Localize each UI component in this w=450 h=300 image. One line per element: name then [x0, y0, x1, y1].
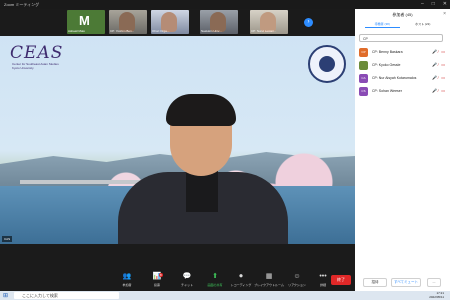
- window-titlebar: Zoom ミーティング – □ ✕: [0, 0, 450, 9]
- tab-hosts[interactable]: ホスト (21): [406, 22, 441, 28]
- participant-thumbnail[interactable]: Naslukin Univ...: [200, 10, 238, 34]
- participants-icon: 👥: [122, 273, 132, 280]
- more-icon: •••: [319, 273, 327, 280]
- panel-footer: 招待 すべてミュート ...: [355, 277, 450, 289]
- participant-thumbnail[interactable]: M Asbasil Malo: [67, 10, 105, 34]
- maximize-icon[interactable]: □: [432, 1, 435, 7]
- participant-name: CP: Benny Baskara: [372, 50, 403, 54]
- breakout-icon: ▦: [265, 273, 273, 280]
- windows-start-icon[interactable]: ⊞: [3, 292, 8, 299]
- minimize-icon[interactable]: –: [421, 1, 424, 7]
- end-meeting-button[interactable]: 終了: [331, 275, 351, 285]
- window-controls: – □ ✕: [421, 1, 447, 7]
- participant-thumbnail[interactable]: CP: Nurul Lestari...: [250, 10, 288, 34]
- taskbar-search-input[interactable]: ここに入力して検索: [14, 292, 119, 299]
- reactions-icon: ☺: [293, 273, 301, 280]
- muted-mic-icon: 🎤̸ ▭: [432, 75, 446, 80]
- logo-subtitle: Center for Southeast Asian Studies Kyoto…: [12, 62, 59, 70]
- chat-badge: 8: [159, 273, 163, 277]
- thumbnail-strip: M Asbasil Malo CP: Yoshim Ben... Ohori O…: [0, 9, 355, 36]
- mute-all-button[interactable]: すべてミュート: [391, 278, 421, 287]
- participant-name: CP: Nur Aisyah Kotarumalos: [372, 76, 417, 80]
- thumbnail-label: CP: Nurul Lestari...: [251, 29, 277, 33]
- university-seal-icon: [308, 45, 346, 83]
- avatar: CA: [359, 74, 368, 83]
- next-page-button[interactable]: ›: [304, 18, 313, 27]
- thumbnail-label: Asbasil Malo: [68, 29, 86, 33]
- muted-mic-icon: 🎤̸ ▭: [432, 62, 446, 67]
- tab-waiting[interactable]: 待機者 (38): [365, 22, 400, 28]
- thumbnail-label: Naslukin Univ...: [201, 29, 222, 33]
- close-icon[interactable]: ×: [443, 11, 446, 17]
- participant-row[interactable]: CS CP: Sohan Weeser 🎤̸ ▭: [359, 85, 447, 98]
- muted-mic-icon: 🎤̸ ▭: [432, 88, 446, 93]
- meeting-stage: M Asbasil Malo CP: Yoshim Ben... Ohori O…: [0, 9, 355, 271]
- panel-title: 参加者 (45): [392, 12, 413, 17]
- speaker-hair: [166, 94, 236, 126]
- participants-button[interactable]: 👥 参加者: [110, 273, 144, 289]
- thumbnail-label: Ohori Orga...: [152, 29, 170, 33]
- panel-tabs: 待機者 (38) ホスト (21): [365, 22, 440, 28]
- more-options-button[interactable]: ...: [427, 278, 441, 287]
- participant-thumbnail[interactable]: Ohori Orga...: [151, 10, 189, 34]
- participant-name: CP: Kyoko Gessle: [372, 63, 401, 67]
- participant-name: CP: Sohan Weeser: [372, 89, 402, 93]
- participant-row[interactable]: CP: Kyoko Gessle 🎤̸ ▭: [359, 59, 447, 72]
- active-speaker-video: CEAS Center for Southeast Asian Studies …: [0, 36, 355, 244]
- windows-taskbar: ⊞ ここに入力して検索 17:21 2022/05/11: [0, 291, 450, 300]
- record-icon: ⏺: [239, 273, 243, 280]
- avatar: CS: [359, 87, 368, 96]
- meeting-toolbar: 👥 参加者 📊 投票 8 💬 チャット ⬆ 画面の共有 ⏺ レコーディング ▦ …: [0, 271, 355, 291]
- close-icon[interactable]: ✕: [443, 1, 447, 7]
- system-clock: 17:21 2022/05/11: [429, 291, 444, 299]
- window-title: Zoom ミーティング: [4, 2, 40, 7]
- participant-list: CP CP: Benny Baskara 🎤̸ ▭ CP: Kyoko Gess…: [359, 46, 447, 98]
- participant-row[interactable]: CP CP: Benny Baskara 🎤̸ ▭: [359, 46, 447, 59]
- muted-mic-icon: 🎤̸ ▭: [432, 49, 446, 54]
- avatar: CP: [359, 48, 368, 57]
- speaker-name-tag: CAS: [2, 236, 13, 242]
- avatar: [359, 61, 368, 70]
- share-screen-icon: ⬆: [212, 273, 218, 280]
- ceas-logo: CEAS: [10, 43, 64, 63]
- participant-search-input[interactable]: CP: [359, 34, 443, 42]
- chat-icon: 💬: [182, 273, 192, 280]
- participants-panel: 参加者 (45) × 待機者 (38) ホスト (21) CP CP CP: B…: [355, 9, 450, 291]
- thumbnail-label: CP: Yoshim Ben...: [110, 29, 135, 33]
- invite-button[interactable]: 招待: [363, 278, 387, 287]
- speaker: [118, 94, 288, 244]
- participant-row[interactable]: CA CP: Nur Aisyah Kotarumalos 🎤̸ ▭: [359, 72, 447, 85]
- participant-thumbnail[interactable]: CP: Yoshim Ben...: [109, 10, 147, 34]
- speaker-turtleneck: [186, 170, 218, 212]
- polls-button[interactable]: 📊 投票 8: [140, 273, 174, 289]
- avatar-initial: M: [79, 13, 90, 28]
